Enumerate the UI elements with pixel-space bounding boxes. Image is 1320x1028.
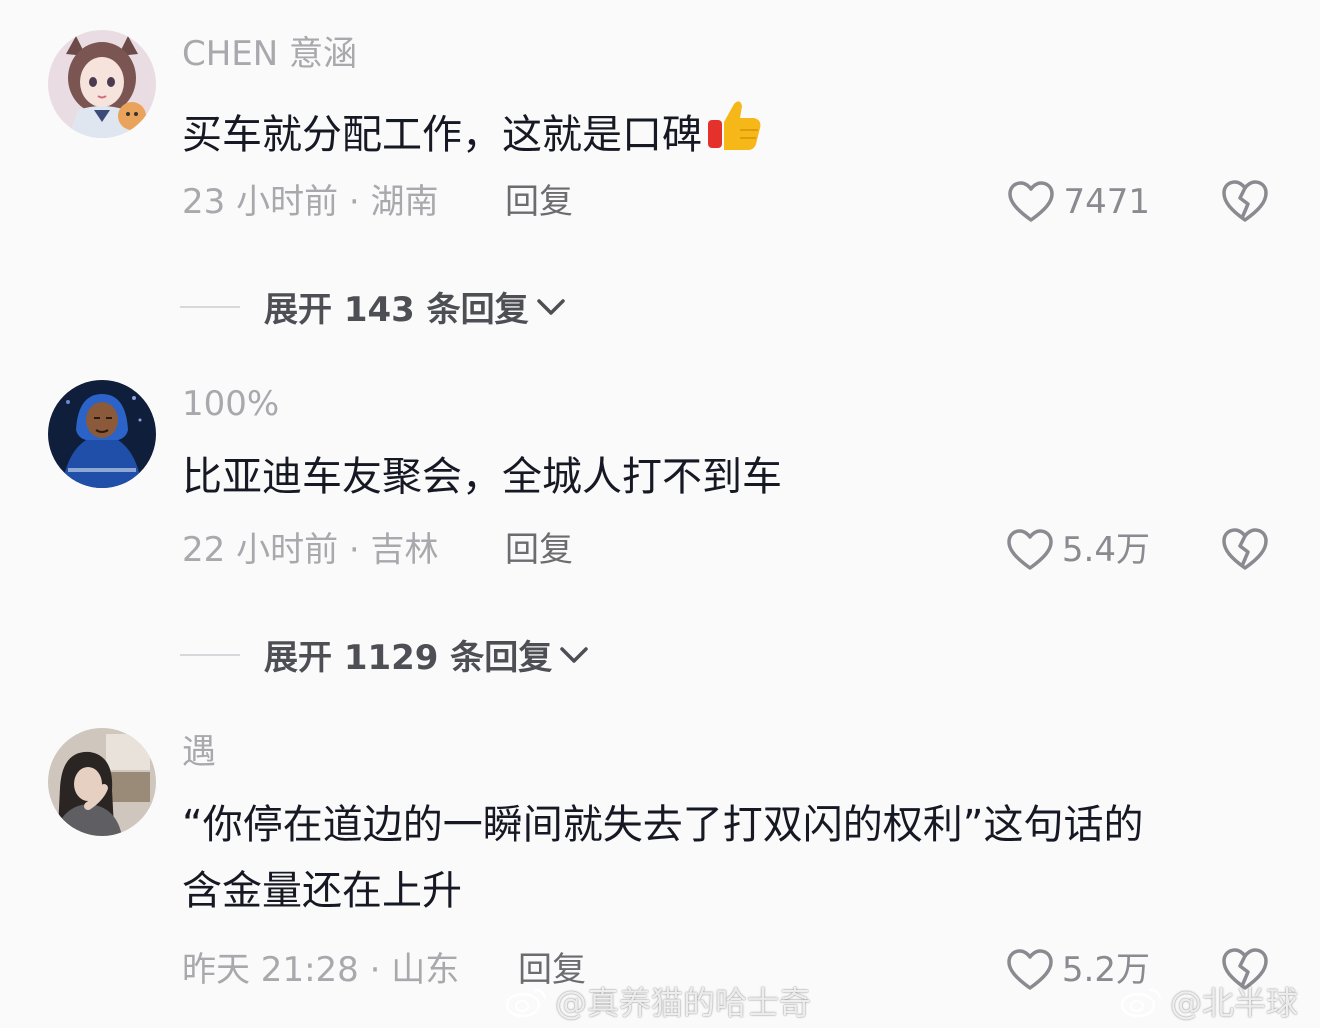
dislike-button[interactable] [1220, 178, 1270, 224]
like-button[interactable]: 5.4万 [1006, 528, 1150, 572]
like-count: 5.4万 [1061, 530, 1150, 570]
chevron-down-icon [536, 298, 565, 315]
broken-heart-icon [1222, 528, 1268, 570]
dislike-button[interactable] [1220, 526, 1270, 572]
comment-text: 比亚迪车友聚会，全城人打不到车 [182, 454, 782, 500]
weibo-logo-icon [1120, 988, 1162, 1018]
watermark-text: @真养猫的哈士奇 [555, 984, 812, 1022]
comment-text: “你停在道边的一瞬间就失去了打双闪的权利”这句话的 含金量还在上升 [182, 792, 1262, 924]
divider [180, 305, 240, 308]
comment-text-line: “你停在道边的一瞬间就失去了打双闪的权利”这句话的 [182, 802, 1144, 848]
watermark-text: @北半球 [1170, 984, 1299, 1022]
comment-text-content: 买车就分配工作，这就是口碑 [182, 112, 702, 158]
comment-meta: 昨天 21:28 · 山东 [182, 950, 460, 990]
watermark-left: @真养猫的哈士奇 [505, 978, 811, 1024]
heart-outline-icon [1007, 529, 1053, 570]
expand-replies-label: 展开 1129 条回复 [264, 638, 553, 678]
comment-meta: 22 小时前 · 吉林 [182, 530, 439, 570]
expand-replies-button[interactable]: 展开 143 条回复 [180, 282, 569, 331]
avatar[interactable] [48, 380, 156, 488]
expand-replies-button[interactable]: 展开 1129 条回复 [180, 630, 592, 679]
heart-outline-icon [1008, 181, 1055, 222]
expand-replies-label: 展开 143 条回复 [264, 290, 529, 330]
username[interactable]: 遇 [182, 732, 216, 772]
like-button[interactable]: 7471 [1007, 180, 1150, 224]
comment-text-line: 含金量还在上升 [182, 868, 462, 914]
comment-list: CHEN 意涵 买车就分配工作，这就是口碑 23 小时前 · 湖南 回复 747… [0, 0, 1320, 1028]
weibo-logo-icon [505, 988, 547, 1018]
divider [180, 653, 240, 656]
reply-button[interactable]: 回复 [505, 182, 573, 222]
username[interactable]: 100% [182, 384, 279, 424]
reply-button[interactable]: 回复 [505, 530, 573, 570]
broken-heart-icon [1222, 180, 1268, 222]
heart-outline-icon [1007, 949, 1053, 990]
thumbs-up-icon [706, 96, 764, 174]
username[interactable]: CHEN 意涵 [182, 34, 357, 74]
watermark-right: @北半球 [1120, 978, 1298, 1024]
comment-meta: 23 小时前 · 湖南 [182, 182, 439, 222]
like-count: 7471 [1063, 182, 1150, 222]
comment-text: 买车就分配工作，这就是口碑 [182, 96, 1262, 174]
avatar[interactable] [48, 30, 156, 138]
chevron-down-icon [560, 646, 589, 663]
avatar[interactable] [48, 728, 156, 836]
